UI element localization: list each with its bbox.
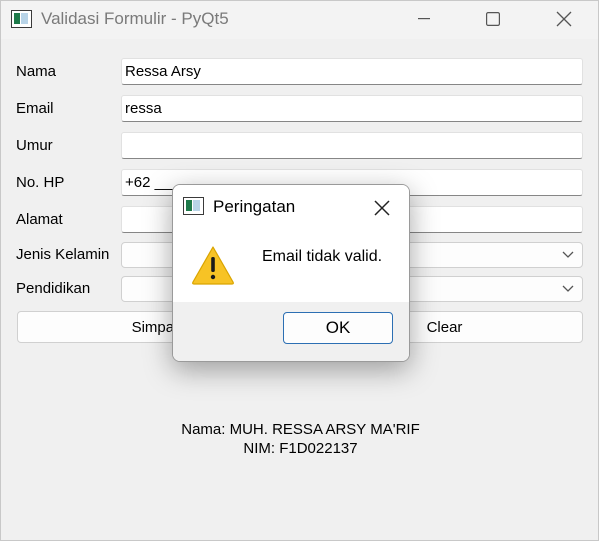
minimize-icon: [418, 18, 430, 20]
umur-label: Umur: [16, 137, 53, 154]
alamat-label: Alamat: [16, 211, 63, 228]
warning-icon: [192, 246, 234, 285]
author-name: Nama: MUH. RESSA ARSY MA'RIF: [181, 421, 420, 438]
warning-dialog: Peringatan Email tidak valid. OK: [172, 184, 410, 362]
chevron-down-icon: [562, 285, 574, 292]
dialog-body: Email tidak valid.: [173, 227, 409, 302]
umur-input[interactable]: [121, 132, 583, 159]
dialog-footer: OK: [173, 302, 409, 361]
ok-button[interactable]: OK: [283, 312, 393, 344]
dialog-title: Peringatan: [213, 197, 296, 216]
close-icon: [556, 11, 572, 27]
email-label: Email: [16, 100, 54, 117]
maximize-button[interactable]: [470, 1, 516, 37]
app-icon: [183, 197, 204, 215]
author-nim: NIM: F1D022137: [243, 440, 358, 457]
dialog-close-button[interactable]: [371, 197, 393, 219]
close-icon: [374, 200, 390, 216]
hp-label: No. HP: [16, 174, 65, 191]
email-input[interactable]: ressa: [121, 95, 583, 122]
nama-label: Nama: [16, 63, 57, 80]
pendidikan-label: Pendidikan: [16, 280, 91, 297]
gender-label: Jenis Kelamin: [16, 246, 110, 263]
app-icon: [11, 10, 32, 28]
maximize-icon: [486, 12, 500, 26]
minimize-button[interactable]: [401, 1, 447, 37]
window-title: Validasi Formulir - PyQt5: [41, 9, 229, 28]
dialog-title-bar[interactable]: Peringatan: [173, 185, 409, 227]
title-bar[interactable]: Validasi Formulir - PyQt5: [1, 1, 598, 39]
close-button[interactable]: [541, 1, 587, 37]
dialog-message: Email tidak valid.: [262, 248, 383, 265]
chevron-down-icon: [562, 251, 574, 258]
nama-input[interactable]: Ressa Arsy: [121, 58, 583, 85]
